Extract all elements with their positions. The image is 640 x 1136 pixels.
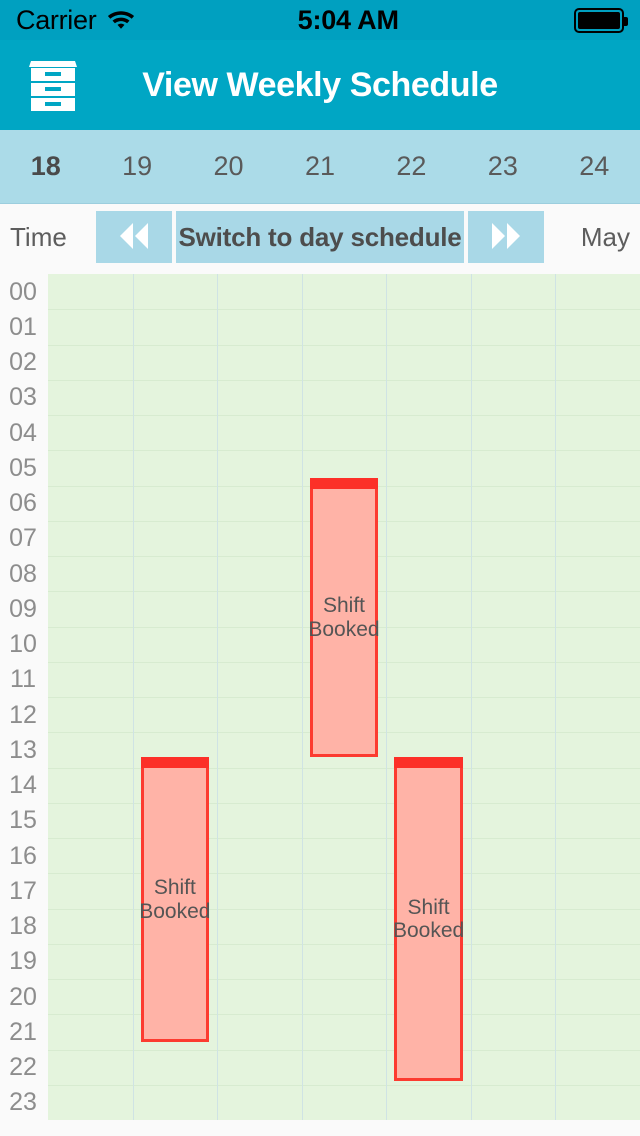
hour-label-10: 10 xyxy=(9,630,37,659)
hour-label-17: 17 xyxy=(9,876,37,905)
hour-label-08: 08 xyxy=(9,559,37,588)
day-gridline xyxy=(470,274,472,1120)
hour-label-01: 01 xyxy=(9,312,37,341)
carrier-label: Carrier xyxy=(16,4,97,35)
hour-gridline xyxy=(48,415,640,416)
day-header-20[interactable]: 20 xyxy=(183,151,274,182)
hour-label-00: 00 xyxy=(9,277,37,306)
hour-label-06: 06 xyxy=(9,489,37,518)
hour-label-22: 22 xyxy=(9,1053,37,1082)
hour-gridline xyxy=(48,908,640,910)
time-column-label: Time xyxy=(10,221,67,252)
day-gridline xyxy=(555,274,557,1120)
hour-label-03: 03 xyxy=(9,383,37,412)
phone-screen: Carrier 5:04 AM View Weekly Schedule 18 … xyxy=(0,0,640,1136)
day-header-22[interactable]: 22 xyxy=(366,151,457,182)
hour-gridline xyxy=(48,838,640,839)
filing-cabinet-icon[interactable] xyxy=(27,57,79,113)
hour-label-13: 13 xyxy=(9,735,37,764)
status-bar-left: Carrier xyxy=(16,4,136,35)
month-label: May xyxy=(580,221,630,252)
hour-gridline xyxy=(48,802,640,804)
hour-gridline xyxy=(48,979,640,980)
shift-block[interactable]: Shift Booked xyxy=(308,478,380,757)
day-gridline xyxy=(301,274,303,1120)
previous-week-button[interactable] xyxy=(96,211,172,263)
hour-label-18: 18 xyxy=(9,912,37,941)
hour-gridline xyxy=(48,873,640,875)
battery-icon xyxy=(574,7,628,33)
day-gridline xyxy=(386,274,388,1120)
hour-gridline xyxy=(48,344,640,346)
hour-label-07: 07 xyxy=(9,524,37,553)
hour-gridline xyxy=(48,309,640,311)
hour-label-04: 04 xyxy=(9,418,37,447)
shift-header-bar xyxy=(309,478,379,490)
battery-fill xyxy=(578,11,620,29)
shift-block[interactable]: Shift Booked xyxy=(139,756,211,1043)
hour-label-23: 23 xyxy=(9,1088,37,1117)
hour-label-14: 14 xyxy=(9,771,37,800)
shift-header-bar xyxy=(394,756,463,768)
hour-gridline xyxy=(48,943,640,945)
wifi-icon xyxy=(106,7,136,34)
day-header-strip: 18 19 20 21 22 23 24 xyxy=(0,130,640,204)
weekly-schedule-grid[interactable]: Shift Booked Shift Booked Shift Booked 00 0… xyxy=(0,270,640,1136)
double-chevron-left-icon xyxy=(114,221,154,254)
shift-header-bar xyxy=(140,756,210,768)
hour-gridline xyxy=(48,767,640,769)
hour-gridline xyxy=(48,1014,640,1016)
page-title: View Weekly Schedule xyxy=(142,65,498,104)
day-header-23[interactable]: 23 xyxy=(457,151,548,182)
status-bar-right xyxy=(574,7,628,33)
hour-gridline xyxy=(48,1084,640,1086)
shift-label: Shift Booked xyxy=(139,876,211,923)
hour-label-21: 21 xyxy=(9,1017,37,1046)
status-bar: Carrier 5:04 AM xyxy=(0,0,640,40)
hour-axis: 00 01 02 03 04 05 06 07 08 09 10 11 12 13 14 15 16 17 18 19… xyxy=(0,270,48,1136)
hour-label-02: 02 xyxy=(9,348,37,377)
hour-gridline xyxy=(48,450,640,452)
status-bar-clock: 5:04 AM xyxy=(297,4,399,35)
next-week-button[interactable] xyxy=(468,211,544,263)
grid-canvas[interactable]: Shift Booked Shift Booked Shift Booked xyxy=(48,274,640,1120)
hour-label-11: 11 xyxy=(10,665,36,694)
day-gridline xyxy=(132,274,134,1120)
shift-label: Shift Booked xyxy=(392,895,465,943)
navigation-bar: View Weekly Schedule xyxy=(0,40,640,130)
day-gridline xyxy=(217,274,219,1120)
double-chevron-right-icon xyxy=(486,221,526,254)
hour-label-09: 09 xyxy=(9,594,37,623)
schedule-toolbar: Time Switch to day schedule May xyxy=(0,204,640,270)
shift-label: Shift Booked xyxy=(308,594,380,641)
hour-gridline xyxy=(48,379,640,381)
day-header-24[interactable]: 24 xyxy=(549,151,640,182)
hour-label-20: 20 xyxy=(9,982,37,1011)
hour-label-05: 05 xyxy=(9,453,37,482)
switch-to-day-schedule-button[interactable]: Switch to day schedule xyxy=(176,211,464,263)
hour-gridline xyxy=(48,1049,640,1051)
hour-label-12: 12 xyxy=(9,700,37,729)
hour-label-16: 16 xyxy=(9,841,37,870)
hour-label-19: 19 xyxy=(9,947,37,976)
shift-block[interactable]: Shift Booked xyxy=(392,756,465,1082)
day-header-19[interactable]: 19 xyxy=(91,151,182,182)
day-header-18[interactable]: 18 xyxy=(0,151,91,182)
hour-label-15: 15 xyxy=(9,806,37,835)
day-header-21[interactable]: 21 xyxy=(274,151,365,182)
